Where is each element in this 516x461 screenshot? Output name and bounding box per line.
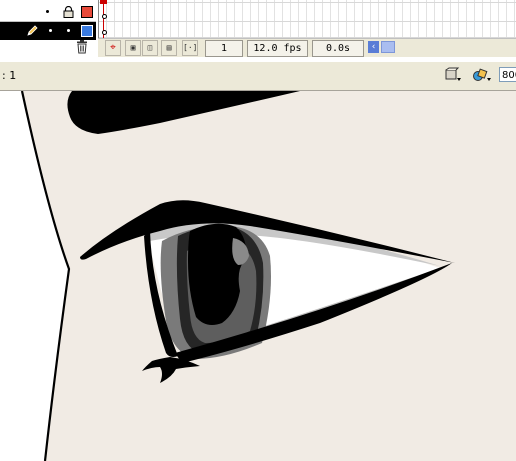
layer-row-selected[interactable] <box>0 22 96 40</box>
edit-bar: : 1 800 <box>0 61 516 91</box>
scroll-left-button[interactable]: ‹ <box>368 41 379 53</box>
eye-dot-icon[interactable] <box>49 29 52 32</box>
frame-row-separator <box>99 2 516 3</box>
stage-canvas[interactable] <box>0 91 516 461</box>
frame-row-separator <box>99 21 516 22</box>
frames-grid[interactable] <box>98 0 516 38</box>
edit-multiple-frames-icon[interactable]: ▤ <box>161 40 177 56</box>
modify-onion-markers-icon[interactable]: [·] <box>182 40 198 56</box>
lock-dot-icon[interactable] <box>67 29 70 32</box>
trash-icon[interactable] <box>76 40 88 54</box>
elapsed-time-field: 0.0s <box>312 40 364 57</box>
keyframe-marker[interactable] <box>102 14 107 19</box>
scene-label[interactable]: : 1 <box>2 69 16 82</box>
layer-toolbar <box>0 40 96 58</box>
center-frame-icon[interactable]: ⌖ <box>105 40 121 56</box>
frame-rate-field[interactable]: 12.0 fps <box>247 40 308 57</box>
layer-row[interactable] <box>0 3 96 22</box>
timeline-panel: ⌖ ▣ ◫ ▤ [·] 1 12.0 fps 0.0s ‹ <box>0 0 516 61</box>
keyframe-marker[interactable] <box>102 30 107 35</box>
layer-outline-color-swatch[interactable] <box>81 6 93 18</box>
zoom-field[interactable]: 800 <box>499 67 516 82</box>
onion-skin-outlines-icon[interactable]: ◫ <box>142 40 158 56</box>
lock-icon[interactable] <box>63 6 74 18</box>
layer-outline-color-swatch[interactable] <box>81 25 93 37</box>
edit-scene-icon[interactable] <box>444 67 462 83</box>
scroll-thumb[interactable] <box>381 41 395 53</box>
current-frame-field: 1 <box>205 40 243 57</box>
onion-skin-icon[interactable]: ▣ <box>125 40 141 56</box>
timeline-status-bar: ⌖ ▣ ◫ ▤ [·] 1 12.0 fps 0.0s ‹ <box>98 38 516 57</box>
eye-artwork <box>0 91 516 461</box>
edit-symbols-icon[interactable] <box>472 67 492 83</box>
eye-dot-icon[interactable] <box>46 10 49 13</box>
pencil-icon <box>27 25 38 36</box>
